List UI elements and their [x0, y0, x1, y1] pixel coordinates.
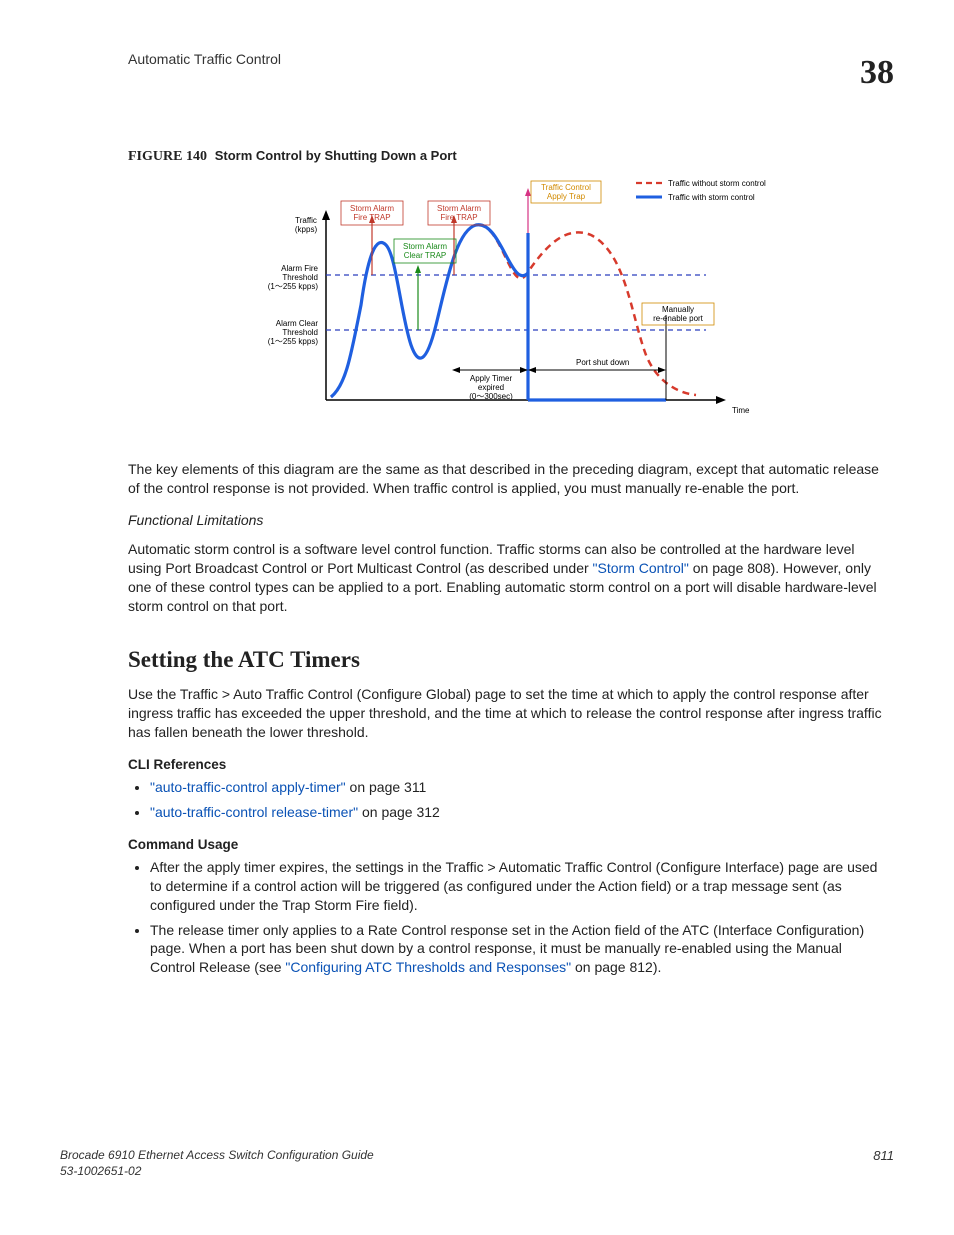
label-storm-clear-trap: Storm AlarmClear TRAP [403, 242, 447, 260]
port-shutdown-label: Port shut down [576, 358, 629, 367]
list-item: "auto-traffic-control apply-timer" on pa… [150, 778, 884, 797]
footer-guide-title: Brocade 6910 Ethernet Access Switch Conf… [60, 1147, 894, 1163]
figure-caption: Storm Control by Shutting Down a Port [215, 148, 457, 163]
section-title-atc-timers: Setting the ATC Timers [128, 644, 884, 675]
apply-timer-label: Apply Timerexpired(0～300sec) [469, 374, 513, 401]
cli-ref2-tail: on page 312 [358, 804, 440, 820]
storm-control-diagram: Storm AlarmFire TRAP Storm AlarmFire TRA… [128, 175, 884, 440]
list-item: The release timer only applies to a Rate… [150, 921, 884, 978]
cli-ref1-tail: on page 311 [346, 779, 427, 795]
label-storm-fire-trap-2: Storm AlarmFire TRAP [437, 204, 481, 222]
diagram-svg: Storm AlarmFire TRAP Storm AlarmFire TRA… [246, 175, 766, 435]
page-content: FIGURE 140 Storm Control by Shutting Dow… [128, 146, 884, 977]
functional-limitations-heading: Functional Limitations [128, 511, 884, 530]
cli-references-list: "auto-traffic-control apply-timer" on pa… [128, 778, 884, 822]
header-title: Automatic Traffic Control [128, 50, 281, 69]
command-usage-list: After the apply timer expires, the setti… [128, 858, 884, 977]
label-manual-reenable: Manuallyre-enable port [653, 305, 704, 323]
paragraph-key-elements: The key elements of this diagram are the… [128, 460, 884, 498]
link-storm-control[interactable]: "Storm Control" [593, 560, 689, 576]
link-configuring-atc[interactable]: "Configuring ATC Thresholds and Response… [285, 959, 571, 975]
alarm-clear-threshold-label: Alarm ClearThreshold(1～255 kpps) [268, 319, 319, 346]
footer-doc-number: 53-1002651-02 [60, 1163, 894, 1179]
link-apply-timer[interactable]: "auto-traffic-control apply-timer" [150, 779, 346, 795]
figure-label: FIGURE 140 [128, 149, 207, 164]
label-storm-fire-trap-1: Storm AlarmFire TRAP [350, 204, 394, 222]
legend-without: Traffic without storm control [668, 179, 766, 188]
legend-with: Traffic with storm control [668, 193, 755, 202]
label-tc-apply-trap: Traffic ControlApply Trap [541, 183, 591, 201]
cmd2-text-b: on page 812). [571, 959, 661, 975]
paragraph-atc-timers-intro: Use the Traffic > Auto Traffic Control (… [128, 685, 884, 742]
page-header: Automatic Traffic Control 38 [60, 50, 894, 96]
command-usage-heading: Command Usage [128, 836, 884, 854]
page-footer: Brocade 6910 Ethernet Access Switch Conf… [60, 1147, 894, 1179]
alarm-fire-threshold-label: Alarm FireThreshold(1～255 kpps) [268, 264, 319, 291]
list-item: After the apply timer expires, the setti… [150, 858, 884, 915]
cli-references-heading: CLI References [128, 756, 884, 774]
figure-caption-line: FIGURE 140 Storm Control by Shutting Dow… [128, 146, 884, 167]
list-item: "auto-traffic-control release-timer" on … [150, 803, 884, 822]
footer-page-number: 811 [873, 1147, 894, 1165]
paragraph-functional-limitations: Automatic storm control is a software le… [128, 540, 884, 616]
x-axis-label: Time [732, 406, 750, 415]
link-release-timer[interactable]: "auto-traffic-control release-timer" [150, 804, 358, 820]
y-axis-label: Traffic(kpps) [295, 216, 318, 234]
chapter-number: 38 [860, 50, 894, 96]
